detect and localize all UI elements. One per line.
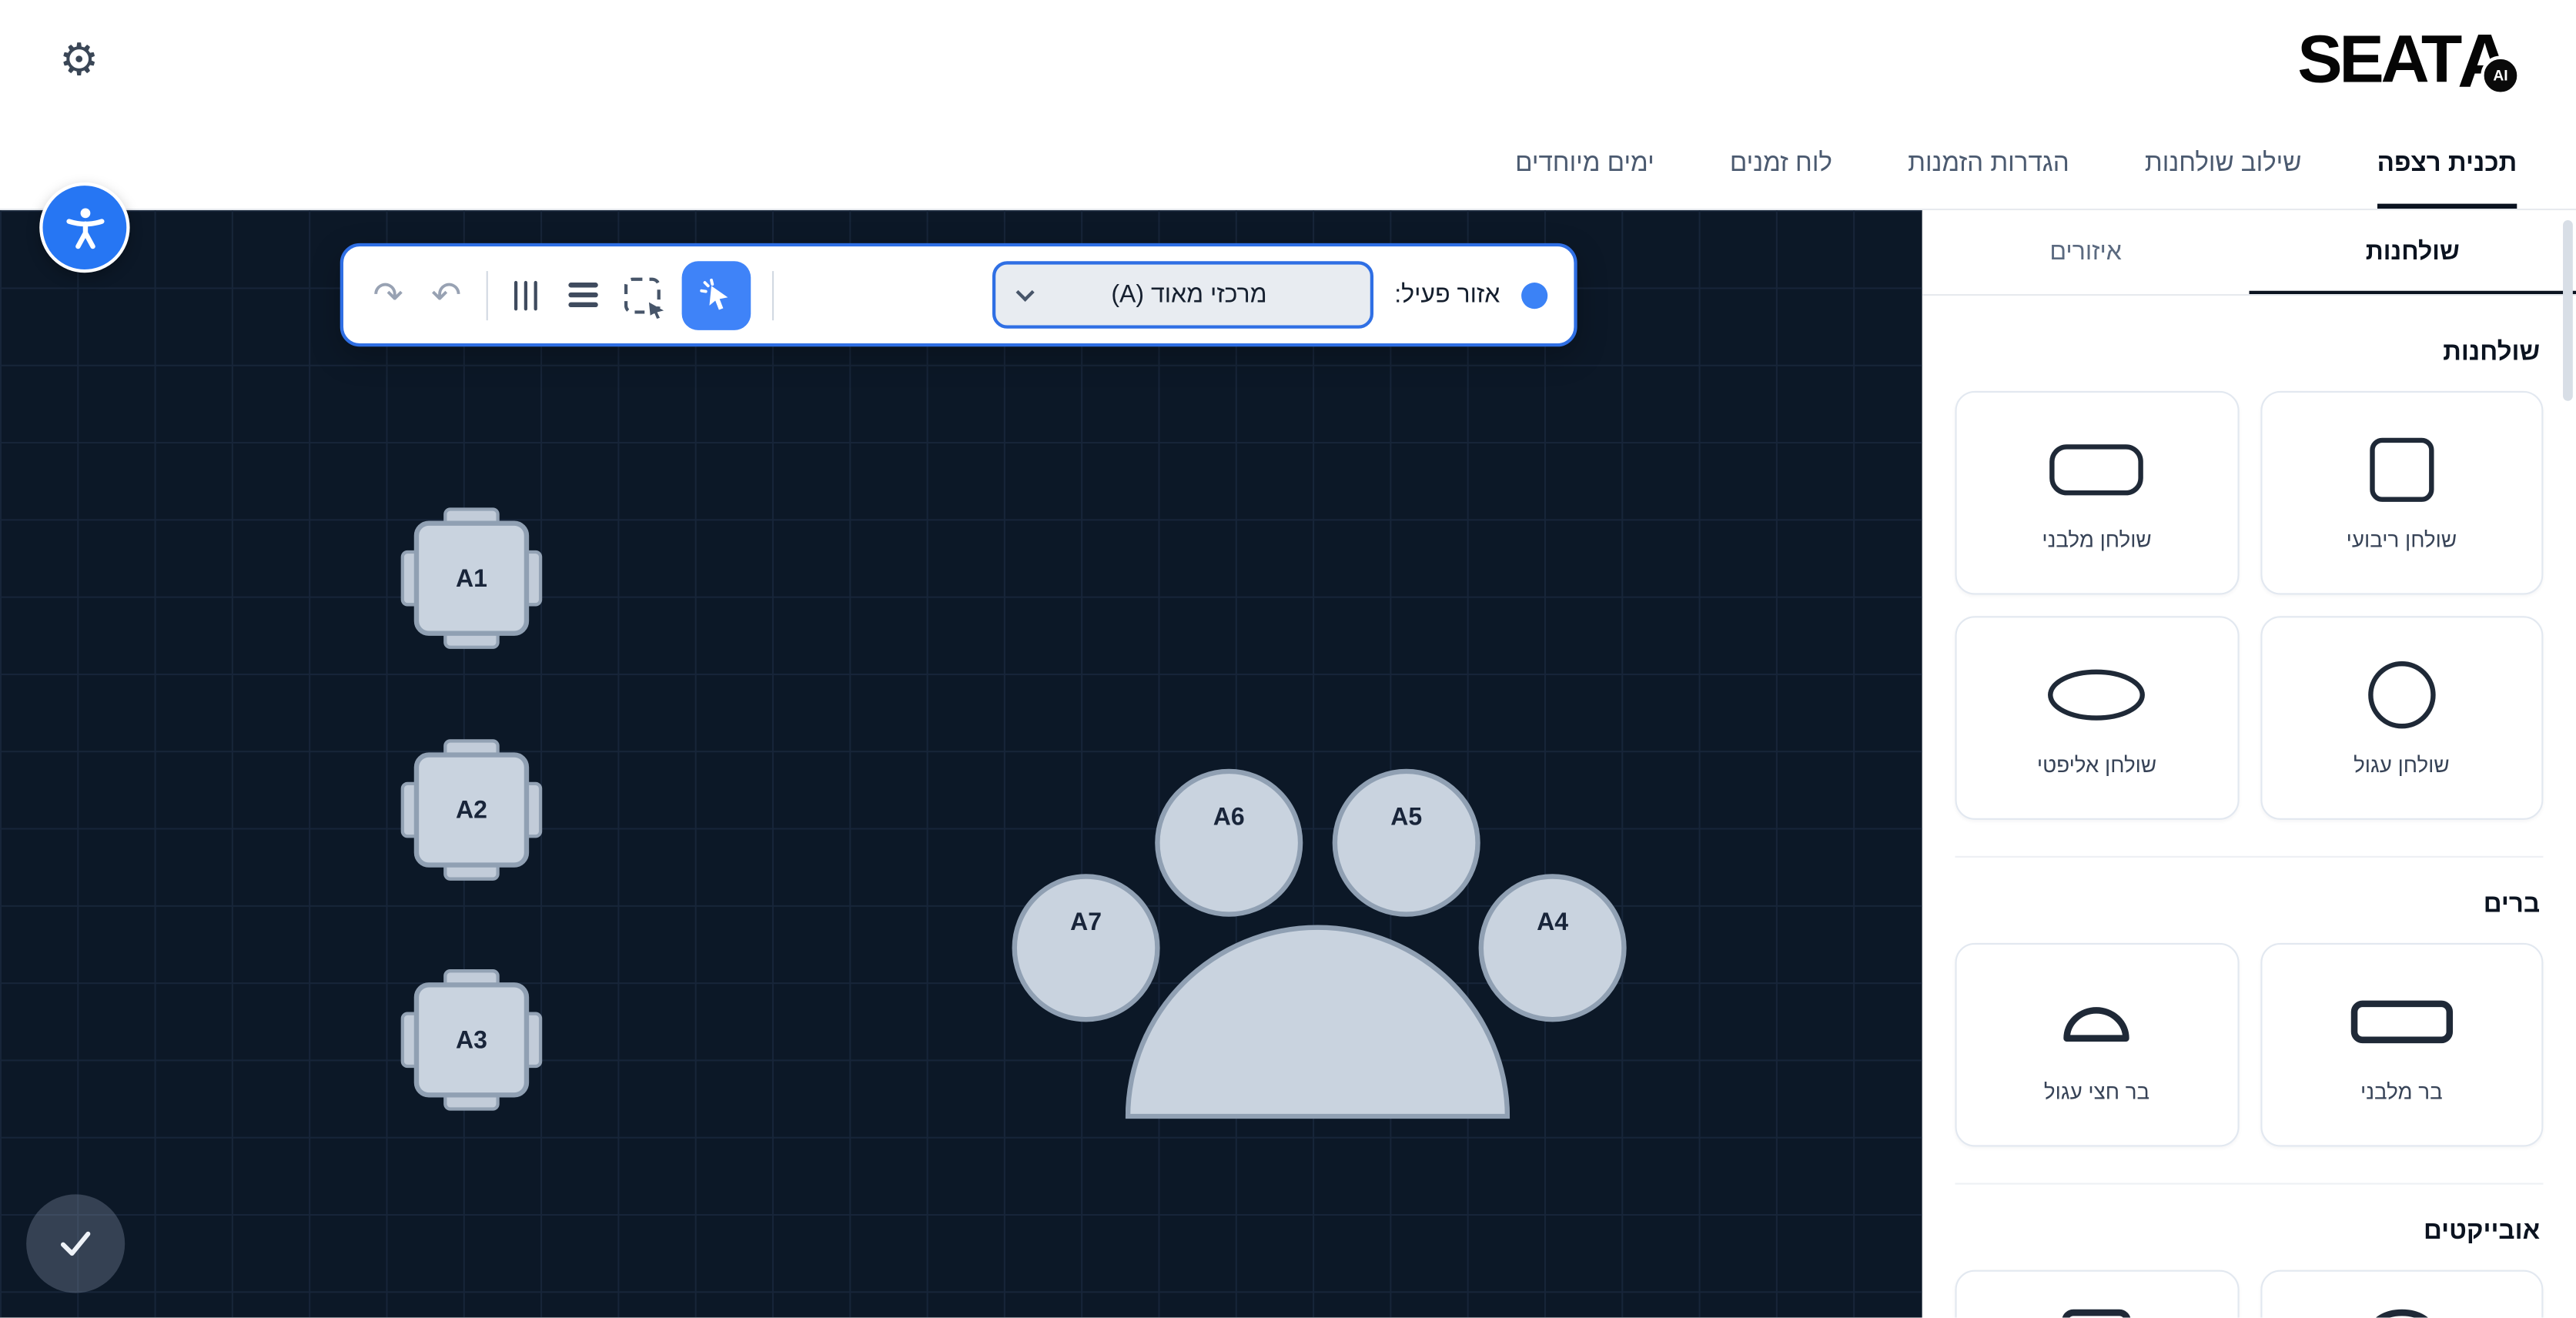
section-tables: שולחנות שולחן ריבועי שולחן מלבני — [1955, 339, 2543, 820]
card-label: בר מלבני — [2360, 1079, 2443, 1104]
seat-label: A7 — [1070, 908, 1102, 936]
table-label: A2 — [456, 796, 487, 824]
tab-reservation-settings[interactable]: הגדרות הזמנות — [1908, 120, 2069, 209]
distribute-columns-icon[interactable] — [509, 280, 543, 309]
accessibility-person-icon — [60, 203, 109, 253]
card-round-table[interactable]: שולחן עגול — [2260, 616, 2543, 820]
tab-table-combinations[interactable]: שילוב שולחנות — [2145, 120, 2302, 209]
section-title: אובייקטים — [1955, 1217, 2540, 1246]
redo-icon[interactable]: ↷ — [370, 277, 406, 313]
section-title: שולחנות — [1955, 339, 2540, 368]
seat-a5[interactable]: A5 — [1333, 769, 1480, 917]
table-label: A3 — [456, 1026, 487, 1054]
seat-a7[interactable]: A7 — [1012, 874, 1160, 1022]
sidebar: שולחנות איזורים שולחנות שולחן ריבועי — [1922, 210, 2576, 1317]
confirm-button[interactable] — [26, 1194, 125, 1293]
table-a3[interactable]: A3 — [401, 969, 543, 1111]
card-square-table[interactable]: שולחן ריבועי — [2260, 391, 2543, 595]
section-objects: אובייקטים — [1955, 1183, 2543, 1317]
card-grid: בר מלבני בר חצי עגול — [1955, 943, 2543, 1147]
round-table-icon — [2364, 659, 2439, 731]
square-table-icon — [2365, 433, 2437, 506]
sidebar-tab-zones[interactable]: איזורים — [1922, 210, 2250, 294]
app-screen: ⚙ SEATA AI תכנית רצפה שילוב שולחנות הגדר… — [0, 0, 2576, 1317]
card-label: שולחן ריבועי — [2347, 527, 2457, 552]
toolbar-divider — [773, 270, 774, 319]
card-object-2[interactable] — [1955, 1270, 2238, 1318]
floor-plan-canvas[interactable]: ↷ ↶ מרכזי מאוד (A) — [0, 210, 1922, 1317]
card-label: שולחן מלבני — [2042, 527, 2151, 552]
viewport: ⚙ SEATA AI תכנית רצפה שילוב שולחנות הגדר… — [0, 0, 2576, 1318]
seat-label: A5 — [1390, 804, 1422, 831]
settings-gear-icon[interactable]: ⚙ — [59, 38, 99, 82]
card-oval-table[interactable]: שולחן אליפטי — [1955, 616, 2238, 820]
seat-a4[interactable]: A4 — [1479, 874, 1627, 1022]
table-surface: A2 — [414, 752, 529, 867]
active-zone-value: מרכזי מאוד (A) — [1032, 281, 1347, 309]
card-label: בר חצי עגול — [2044, 1079, 2149, 1104]
tab-floor-plan[interactable]: תכנית רצפה — [2377, 120, 2517, 209]
tab-special-days[interactable]: ימים מיוחדים — [1515, 120, 1654, 209]
main-nav: תכנית רצפה שילוב שולחנות הגדרות הזמנות ל… — [0, 120, 2576, 210]
card-label: שולחן עגול — [2354, 752, 2450, 777]
undo-icon[interactable]: ↶ — [428, 277, 465, 313]
rectangle-table-icon — [2047, 433, 2146, 506]
accessibility-button[interactable] — [39, 182, 129, 273]
toolbar-divider — [486, 270, 487, 319]
rectangle-bar-icon — [2349, 985, 2454, 1058]
object-rectangle-icon — [2057, 1295, 2136, 1318]
section-bars: ברים בר מלבני בר חצי עגול — [1955, 856, 2543, 1147]
card-grid: שולחן ריבועי שולחן מלבני שולחן עגול — [1955, 391, 2543, 820]
distribute-rows-icon[interactable] — [564, 283, 604, 307]
card-object-1[interactable] — [2260, 1270, 2543, 1318]
marquee-select-icon[interactable] — [625, 277, 661, 313]
canvas-toolbar: ↷ ↶ מרכזי מאוד (A) — [340, 243, 1577, 346]
zone-color-dot — [1521, 282, 1547, 308]
card-rectangle-bar[interactable]: בר מלבני — [2260, 943, 2543, 1147]
pointer-tool-button[interactable] — [682, 260, 751, 330]
table-a1[interactable]: A1 — [401, 507, 543, 649]
seat-label: A4 — [1537, 908, 1568, 936]
sidebar-scrollbar[interactable] — [2563, 220, 2573, 401]
tab-schedule[interactable]: לוח זמנים — [1730, 120, 1832, 209]
half-round-table[interactable] — [1126, 925, 1510, 1119]
half-round-bar-icon — [2054, 985, 2139, 1058]
logo-ai-badge: AI — [2481, 55, 2520, 94]
sidebar-tabs: שולחנות איזורים — [1922, 210, 2576, 296]
object-ellipse-icon — [2362, 1295, 2441, 1318]
marquee-cursor-icon — [648, 299, 666, 317]
section-title: ברים — [1955, 891, 2540, 920]
seat-label: A6 — [1213, 804, 1245, 831]
active-zone-select[interactable]: מרכזי מאוד (A) — [992, 261, 1373, 328]
pointer-cursor-icon — [699, 277, 735, 313]
card-rectangle-table[interactable]: שולחן מלבני — [1955, 391, 2238, 595]
table-surface: A1 — [414, 520, 529, 635]
header: ⚙ SEATA AI — [0, 0, 2576, 120]
logo: SEATA AI — [2297, 15, 2520, 104]
oval-table-icon — [2044, 659, 2149, 731]
table-surface: A3 — [414, 982, 529, 1097]
card-label: שולחן אליפטי — [2037, 752, 2156, 777]
table-a2[interactable]: A2 — [401, 739, 543, 881]
card-half-round-bar[interactable]: בר חצי עגול — [1955, 943, 2238, 1147]
active-zone-cluster: מרכזי מאוד (A) אזור פעיל: — [992, 261, 1547, 328]
checkmark-icon — [54, 1223, 96, 1265]
seat-a6[interactable]: A6 — [1155, 769, 1303, 917]
sidebar-content: שולחנות שולחן ריבועי שולחן מלבני — [1922, 296, 2576, 1317]
logo-text: SEAT — [2297, 22, 2459, 99]
table-label: A1 — [456, 564, 487, 592]
active-zone-label: אזור פעיל: — [1394, 281, 1500, 309]
card-grid — [1955, 1270, 2543, 1318]
sidebar-tab-tables[interactable]: שולחנות — [2249, 210, 2576, 294]
